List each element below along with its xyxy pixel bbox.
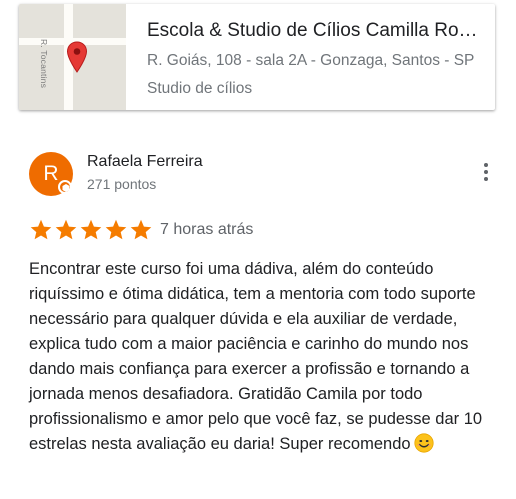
place-category: Studio de cílios (147, 80, 253, 97)
place-info: Escola & Studio de Cílios Camilla Rocha … (147, 19, 487, 99)
map-pin-icon (66, 41, 88, 73)
star-icon (30, 219, 52, 240)
map-street-label: R. Tocantins (39, 39, 49, 89)
star-rating (29, 218, 153, 242)
map-thumbnail[interactable]: R. Tocantins (19, 4, 126, 110)
map-block (19, 4, 64, 38)
place-card[interactable]: R. Tocantins Escola & Studio de Cílios C… (19, 4, 495, 110)
star-icon (130, 219, 152, 240)
map-block (73, 4, 126, 38)
reviewer-header: R Rafaela Ferreira 271 pontos (29, 150, 499, 200)
local-guide-badge-icon (58, 180, 72, 194)
more-options-icon[interactable] (482, 161, 490, 183)
star-icon (55, 219, 77, 240)
place-address: R. Goiás, 108 - sala 2A - Gonzaga, Santo… (147, 52, 475, 69)
reviewer-name[interactable]: Rafaela Ferreira (87, 153, 203, 171)
review-time: 7 horas atrás (160, 221, 254, 238)
review-text: Encontrar este curso foi uma dádiva, alé… (29, 257, 497, 457)
star-icon (105, 219, 127, 240)
review-body: Encontrar este curso foi uma dádiva, alé… (29, 260, 483, 453)
reviewer-points: 271 pontos (87, 176, 157, 192)
review-rating: 7 horas atrás (29, 218, 329, 242)
place-name[interactable]: Escola & Studio de Cílios Camilla Rocha (147, 19, 487, 43)
star-icon (80, 219, 102, 240)
smiling-face-emoji-icon (413, 433, 434, 453)
